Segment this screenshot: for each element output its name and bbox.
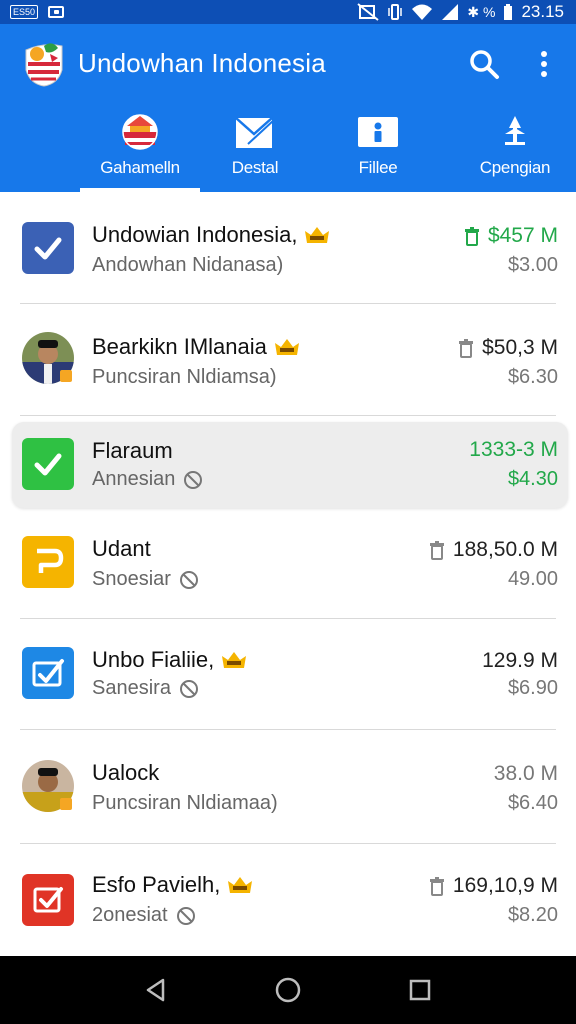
status-bar: ES50 ✱ % 23.15 (0, 0, 576, 24)
app-title: Undowhan Indonesia (78, 48, 326, 78)
vibrate-icon (388, 4, 403, 20)
red-checkbox-icon (22, 874, 74, 926)
ban-icon (184, 470, 203, 489)
item-subtitle: Puncsiran Nldiamaa) (92, 792, 278, 814)
list-item[interactable]: Udant Snoesiar 188,50.0 M 49.00 (0, 514, 576, 618)
avatar (22, 332, 74, 384)
list-item[interactable]: Esfo Pavielh, 2onesiat 169,10,9 M $8.20 (0, 844, 576, 956)
item-name: Bearkikn IMlanaia (92, 334, 267, 359)
divider (20, 512, 556, 513)
blue-checkbox-icon (22, 222, 74, 274)
tab-bar: Gahamelln Destal Fillee Cpengian (0, 108, 576, 192)
tab-gahamelln[interactable]: Gahamelln (80, 108, 200, 192)
search-button[interactable] (466, 44, 502, 84)
home-button[interactable] (264, 966, 312, 1014)
item-amount: 1333-3 M (469, 438, 558, 461)
item-subtitle: Annesian (92, 468, 176, 490)
tab-cpengian[interactable]: Cpengian (465, 108, 565, 192)
ban-icon (179, 679, 198, 698)
item-name: Ualock (92, 760, 160, 785)
trash-icon (429, 541, 444, 560)
recents-button[interactable] (396, 966, 444, 1014)
item-name: Udant (92, 536, 151, 561)
notification-icon (48, 6, 65, 18)
item-price: $6.40 (507, 792, 558, 814)
more-vert-icon (541, 51, 547, 77)
item-subtitle: Snoesiar (92, 568, 171, 590)
home-icon (275, 977, 301, 1003)
green-checkbox-icon (22, 438, 74, 490)
recents-icon (409, 979, 431, 1001)
signal-icon (442, 4, 459, 20)
item-amount: 188,50.0 M (452, 538, 558, 561)
item-price: $4.30 (507, 468, 558, 490)
item-price: 49.00 (507, 568, 558, 590)
file-icon (358, 117, 398, 147)
item-subtitle: 2onesiat (92, 904, 168, 926)
item-amount: 38.0 M (493, 762, 558, 785)
system-nav-bar (0, 956, 576, 1024)
tab-label: Cpengian (479, 158, 551, 177)
item-price: $6.30 (507, 366, 558, 388)
trash-icon (429, 877, 444, 896)
back-button[interactable] (132, 966, 180, 1014)
row-highlight (12, 422, 568, 508)
battery-icon (504, 4, 513, 20)
avatar (22, 760, 74, 812)
item-name: Unbo Fialiie, (92, 647, 215, 672)
tab-destal[interactable]: Destal (205, 108, 305, 192)
wifi-icon (412, 4, 433, 20)
blue-check-icon (22, 647, 74, 699)
list-item[interactable]: Undowian Indonesia, Andowhan Nidanasa) $… (0, 192, 576, 304)
back-icon (146, 978, 165, 1002)
item-subtitle: Puncsiran Nldiamsa) (92, 366, 277, 388)
status-indicators: ✱ % (467, 3, 496, 20)
list-item[interactable]: Ualock Puncsiran Nldiamaa) 38.0 M $6.40 (0, 730, 576, 844)
clock: 23.15 (521, 2, 564, 21)
item-price: $8.20 (507, 904, 558, 926)
item-list: Undowian Indonesia, Andowhan Nidanasa) $… (0, 192, 576, 956)
flag-emblem-icon (122, 114, 158, 150)
item-amount: 129.9 M (482, 649, 558, 672)
crown-icon (228, 877, 253, 893)
yellow-p-icon (22, 536, 74, 588)
list-item[interactable]: Unbo Fialiie, Sanesira 129.9 M $6.90 (0, 619, 576, 729)
status-badge: ES50 (10, 5, 39, 19)
list-item[interactable]: Bearkikn IMlanaia Puncsiran Nldiamsa) $5… (0, 304, 576, 416)
item-price: $3.00 (507, 254, 558, 276)
trash-icon (459, 339, 474, 358)
item-subtitle: Sanesira (92, 677, 171, 699)
item-amount: 169,10,9 M (452, 874, 558, 897)
more-options-button[interactable] (526, 44, 562, 84)
crown-icon (222, 652, 247, 668)
no-sim-icon (357, 3, 379, 21)
item-subtitle: Andowhan Nidanasa) (92, 254, 284, 276)
item-amount: $50,3 M (482, 336, 558, 359)
item-name: Flaraum (92, 438, 173, 463)
tab-label: Destal (231, 158, 279, 177)
trash-icon (464, 227, 479, 246)
pin-icon (505, 116, 525, 145)
search-icon (470, 50, 499, 79)
tab-label: Fillee (358, 158, 398, 177)
tab-label: Gahamelln (100, 158, 180, 177)
envelope-icon (235, 117, 275, 148)
tab-fillee[interactable]: Fillee (330, 108, 426, 192)
crown-icon (274, 339, 299, 355)
crown-icon (305, 227, 330, 243)
app-logo-icon (25, 43, 63, 87)
list-item[interactable]: Flaraum Annesian 1333-3 M $4.30 (0, 416, 576, 512)
item-price: $6.90 (507, 677, 558, 699)
ban-icon (176, 906, 195, 925)
app-bar: Undowhan Indonesia Gahamelln Destal Fill… (0, 24, 576, 192)
item-name: Esfo Pavielh, (92, 872, 221, 897)
item-name: Undowian Indonesia, (92, 222, 298, 247)
item-amount: $457 M (487, 224, 558, 247)
ban-icon (179, 570, 198, 589)
